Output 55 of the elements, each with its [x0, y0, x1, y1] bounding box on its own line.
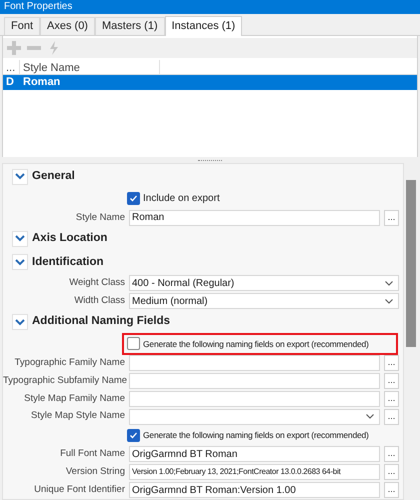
field-label: Typographic Subfamily Name — [3, 374, 125, 388]
more-button[interactable]: ... — [384, 372, 399, 389]
field-label: Width Class — [73, 294, 125, 308]
more-button[interactable]: ... — [384, 464, 399, 480]
tab[interactable]: Masters (1) — [94, 17, 165, 35]
checkbox-label: Generate the following naming fields on export (recommended) — [143, 338, 369, 350]
section-title: Axis Location — [32, 230, 108, 246]
input-field[interactable] — [129, 354, 380, 371]
input-field[interactable]: OrigGarmnd BT Roman — [129, 446, 380, 462]
tab[interactable]: Instances (1) — [164, 16, 242, 36]
more-button[interactable]: ... — [384, 210, 399, 226]
checkmark-icon — [129, 194, 138, 204]
input-field[interactable]: OrigGarmnd BT Roman:Version 1.00 — [129, 482, 380, 498]
chevron-down-icon[interactable] — [12, 230, 28, 247]
checkbox[interactable] — [127, 337, 140, 350]
input-field[interactable] — [129, 372, 380, 389]
window-title: Font Properties — [0, 0, 420, 14]
field-label: Style Map Style Name — [30, 409, 125, 424]
more-button[interactable]: ... — [384, 354, 399, 371]
checkbox[interactable] — [127, 192, 140, 206]
field-label: Full Font Name — [59, 447, 125, 462]
more-button[interactable]: ... — [384, 482, 399, 498]
more-button[interactable]: ... — [384, 390, 399, 407]
field-label: Weight Class — [68, 276, 125, 290]
input-field[interactable]: Version 1.00;February 13, 2021;FontCreator 13.0.0.2683 64-bit — [129, 464, 380, 480]
chevron-down-icon — [385, 298, 393, 304]
chevron-down-icon[interactable] — [12, 168, 28, 185]
column-header[interactable]: Style Name — [20, 60, 160, 74]
section-title: Identification — [32, 254, 104, 270]
field-label: Typographic Family Name — [14, 356, 125, 370]
field-label: Style Map Family Name — [23, 392, 125, 406]
section-title: General — [32, 169, 75, 184]
table-row[interactable]: D Roman — [3, 75, 417, 90]
tab[interactable]: Axes (0) — [40, 17, 95, 35]
checkbox-label: Include on export — [143, 192, 220, 206]
input-field[interactable]: Roman — [129, 210, 380, 226]
column-header[interactable]: ... — [3, 60, 20, 74]
more-button[interactable]: ... — [384, 408, 399, 425]
field-label: Version String — [64, 465, 125, 480]
tab[interactable]: Font — [4, 17, 40, 35]
input-field[interactable] — [129, 390, 380, 407]
chevron-down-icon — [366, 414, 374, 420]
more-button[interactable]: ... — [384, 446, 399, 462]
scrollbar-thumb[interactable] — [406, 180, 416, 347]
field-label: Style Name — [74, 210, 125, 225]
section-title: Additional Naming Fields — [32, 314, 170, 330]
checkbox-label: Generate the following naming fields on export (recommended) — [143, 429, 369, 442]
checkbox[interactable] — [127, 428, 140, 442]
chevron-down-icon — [385, 280, 393, 286]
checkmark-icon — [129, 430, 138, 440]
chevron-down-icon[interactable] — [12, 254, 28, 270]
dropdown[interactable]: 400 - Normal (Regular) — [129, 275, 399, 292]
field-label: Unique Font Identifier — [33, 482, 125, 497]
chevron-down-icon[interactable] — [12, 314, 28, 330]
dropdown[interactable]: Medium (normal) — [129, 293, 399, 310]
